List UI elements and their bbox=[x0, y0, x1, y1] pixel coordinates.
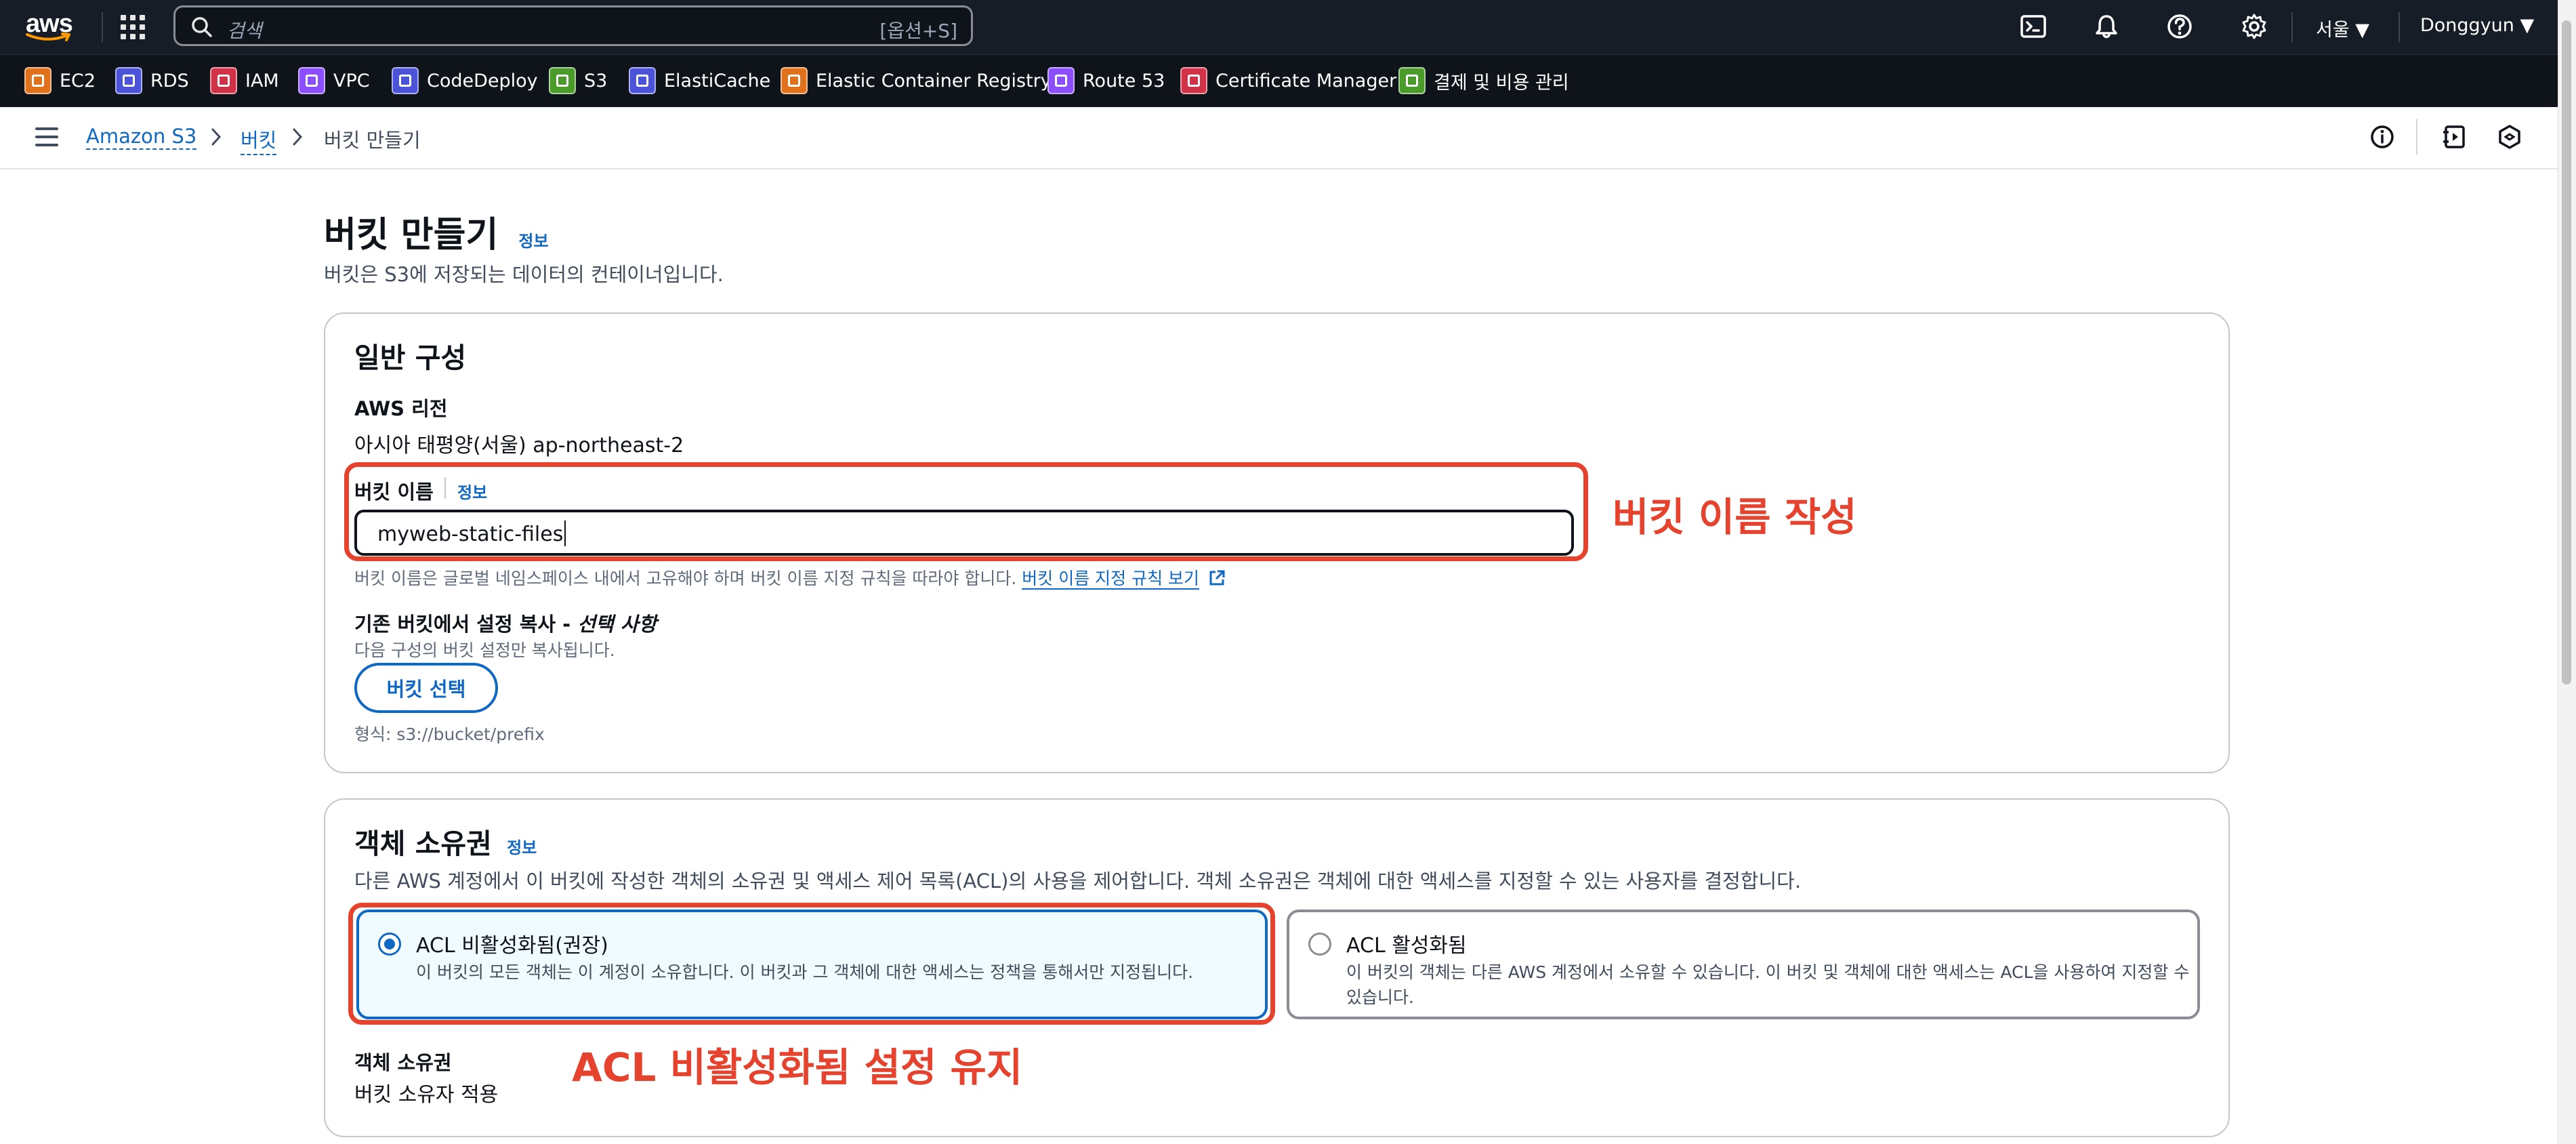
chevron-right-icon bbox=[211, 128, 222, 146]
aws-region-label: AWS 리전 bbox=[354, 397, 448, 420]
service-label: S3 bbox=[584, 70, 608, 91]
choose-bucket-button[interactable]: 버킷 선택 bbox=[354, 663, 498, 713]
service-icon bbox=[392, 67, 419, 94]
divider bbox=[102, 12, 103, 42]
favorite-service-9[interactable]: Certificate Manager bbox=[1180, 66, 1396, 96]
search-icon bbox=[192, 17, 212, 37]
favorite-service-6[interactable]: ElastiCache bbox=[629, 66, 770, 96]
page-info-link[interactable]: 정보 bbox=[518, 232, 548, 251]
help-icon[interactable] bbox=[2165, 12, 2194, 41]
aws-logo[interactable]: aws bbox=[23, 9, 77, 45]
service-icon bbox=[115, 67, 142, 94]
service-label: IAM bbox=[245, 70, 279, 91]
breadcrumb-current: 버킷 만들기 bbox=[324, 129, 421, 152]
annotation-bucket-name-note: 버킷 이름 작성 bbox=[1613, 494, 1857, 540]
services-menu-grid-icon[interactable] bbox=[121, 15, 145, 39]
favorite-service-1[interactable]: RDS bbox=[115, 66, 189, 96]
amazon-q-icon[interactable] bbox=[2496, 123, 2523, 150]
favorite-service-10[interactable]: 결제 및 비용 관리 bbox=[1398, 66, 1569, 96]
acl-enabled-description: 이 버킷의 객체는 다른 AWS 계정에서 소유할 수 있습니다. 이 버킷 및… bbox=[1346, 962, 2190, 1007]
favorite-service-7[interactable]: Elastic Container Registry bbox=[781, 66, 1052, 96]
external-link-icon bbox=[1209, 570, 1225, 586]
copy-settings-hint: 다음 구성의 버킷 설정만 복사됩니다. bbox=[354, 640, 615, 660]
global-search-input[interactable]: 검색 [옵션+S] bbox=[173, 5, 973, 46]
info-panel-icon[interactable] bbox=[2369, 123, 2396, 150]
bucket-naming-rules-link[interactable]: 버킷 이름 지정 규칙 보기 bbox=[1022, 569, 1200, 590]
service-label: RDS bbox=[150, 70, 189, 91]
general-configuration-heading: 일반 구성 bbox=[354, 342, 467, 374]
object-ownership-description: 다른 AWS 계정에서 이 버킷에 작성한 객체의 소유권 및 액세스 제어 목… bbox=[354, 870, 1802, 893]
region-selector[interactable]: 서울 ▼ bbox=[2316, 15, 2369, 41]
service-label: ElastiCache bbox=[664, 70, 771, 91]
service-label: CodeDeploy bbox=[427, 70, 538, 91]
service-icon bbox=[629, 67, 656, 94]
service-icon bbox=[1047, 67, 1075, 94]
favorite-service-0[interactable]: EC2 bbox=[24, 66, 96, 96]
service-label: VPC bbox=[333, 70, 370, 91]
annotation-acl-note: ACL 비활성화됨 설정 유지 bbox=[572, 1044, 1023, 1090]
annotation-highlight-acl bbox=[348, 903, 1275, 1025]
scrollbar-thumb[interactable] bbox=[2562, 20, 2571, 685]
account-menu[interactable]: Donggyun ▼ bbox=[2420, 15, 2534, 36]
service-label: EC2 bbox=[60, 70, 96, 91]
object-ownership-heading: 객체 소유권 정보 bbox=[354, 828, 537, 860]
search-placeholder: 검색 bbox=[227, 20, 262, 42]
divider bbox=[2398, 12, 2400, 42]
favorite-service-4[interactable]: CodeDeploy bbox=[392, 66, 538, 96]
service-label: Certificate Manager bbox=[1216, 70, 1397, 91]
breadcrumb-buckets[interactable]: 버킷 bbox=[241, 125, 277, 155]
service-icon bbox=[1180, 67, 1207, 94]
page-title: 버킷 만들기 정보 bbox=[324, 215, 549, 256]
object-ownership-value: 버킷 소유자 적용 bbox=[354, 1083, 499, 1107]
search-shortcut-hint: [옵션+S] bbox=[879, 20, 957, 42]
favorite-service-3[interactable]: VPC bbox=[298, 66, 370, 96]
bucket-name-hint: 버킷 이름은 글로벌 네임스페이스 내에서 고유해야 하며 버킷 이름 지정 규… bbox=[354, 565, 1226, 590]
format-hint: 형식: s3://bucket/prefix bbox=[354, 724, 545, 744]
service-icon bbox=[1398, 67, 1426, 94]
acl-enabled-title: ACL 활성화됨 bbox=[1346, 934, 1467, 958]
service-icon bbox=[24, 67, 51, 94]
aws-smile-icon bbox=[26, 33, 70, 41]
notifications-bell-icon[interactable] bbox=[2092, 12, 2121, 41]
service-icon bbox=[549, 67, 576, 94]
service-icon bbox=[210, 67, 237, 94]
favorite-service-2[interactable]: IAM bbox=[210, 66, 279, 96]
service-icon bbox=[298, 67, 325, 94]
page-description: 버킷은 S3에 저장되는 데이터의 컨테이너입니다. bbox=[324, 263, 724, 286]
copy-settings-label: 기존 버킷에서 설정 복사 - 선택 사항 bbox=[354, 613, 657, 636]
chevron-right-icon bbox=[293, 128, 303, 146]
cloudshell-icon[interactable] bbox=[2019, 12, 2048, 41]
aws-region-value: 아시아 태평양(서울) ap-northeast-2 bbox=[354, 434, 684, 457]
favorite-service-5[interactable]: S3 bbox=[549, 66, 607, 96]
divider bbox=[2416, 119, 2417, 155]
service-label: Route 53 bbox=[1083, 70, 1165, 91]
acl-enabled-radio[interactable] bbox=[1308, 933, 1331, 956]
settings-gear-icon[interactable] bbox=[2240, 12, 2268, 41]
divider bbox=[2291, 12, 2293, 42]
service-label: 결제 및 비용 관리 bbox=[1434, 72, 1569, 94]
acl-enabled-option[interactable]: ACL 활성화됨 이 버킷의 객체는 다른 AWS 계정에서 소유할 수 있습니… bbox=[1287, 910, 2200, 1019]
annotation-highlight-bucket-name bbox=[344, 462, 1588, 561]
service-icon bbox=[781, 67, 808, 94]
service-label: Elastic Container Registry bbox=[816, 70, 1052, 91]
notebook-icon[interactable] bbox=[2440, 123, 2468, 150]
object-ownership-info-link[interactable]: 정보 bbox=[507, 838, 537, 857]
favorite-service-8[interactable]: Route 53 bbox=[1047, 66, 1165, 96]
side-navigation-menu-icon[interactable] bbox=[35, 127, 58, 146]
object-ownership-label: 객체 소유권 bbox=[354, 1051, 452, 1074]
breadcrumb-amazon-s3[interactable]: Amazon S3 bbox=[86, 125, 197, 150]
